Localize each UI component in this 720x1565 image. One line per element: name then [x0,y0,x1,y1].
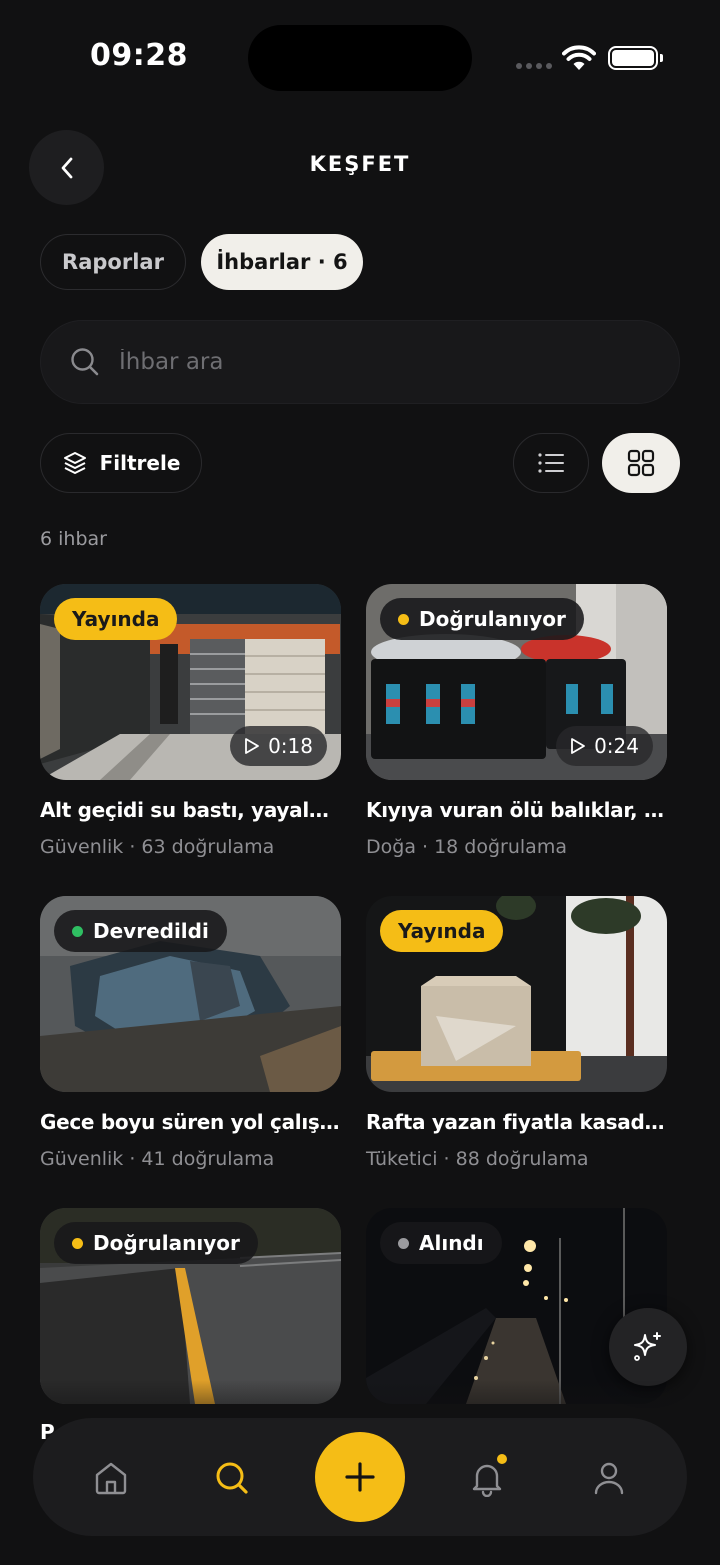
search-icon [71,348,99,376]
nav-home[interactable] [89,1456,133,1500]
page-title: KEŞFET [309,152,411,176]
status-dot [72,925,83,937]
nav-profile[interactable] [587,1456,631,1500]
tab-raporlar[interactable]: Raporlar [40,234,186,290]
status-label: Doğrulanıyor [93,1231,240,1255]
filter-label: Filtrele [99,451,181,475]
list-view-button[interactable] [513,433,589,493]
sparkle-icon [634,1332,661,1361]
nav-search[interactable] [210,1456,254,1500]
grid-icon [627,449,655,477]
video-duration: 0:18 [230,726,327,766]
add-icon [345,1462,375,1492]
report-card[interactable]: Yayında Rafta yazan fiyatla kasada… Tüke… [366,896,667,1170]
status-dot [398,1237,409,1249]
play-icon [245,738,259,754]
search-icon [216,1462,248,1494]
video-duration: 0:24 [556,726,653,766]
notification-badge [495,1452,509,1466]
status-label: Yayında [72,607,160,631]
report-thumbnail: Doğrulanıyor 0:24 [366,584,667,780]
report-thumbnail: Yayında 0:18 [40,584,341,780]
report-meta: Doğa · 18 doğrulama [366,836,567,858]
report-card[interactable]: Yayında 0:18 Alt geçidi su bastı, yayala… [40,584,341,858]
report-card[interactable]: Devredildi Gece boyu süren yol çalışm… G… [40,896,341,1170]
status-badge: Alındı [380,1222,502,1264]
tab-ihbarlar[interactable]: İhbarlar · 6 [201,234,363,290]
status-label: Devredildi [93,919,209,943]
battery-icon [608,46,663,70]
report-thumbnail: Yayında [366,896,667,1092]
status-badge: Yayında [380,910,504,952]
profile-icon [594,1462,624,1495]
status-badge: Doğrulanıyor [54,1222,258,1264]
status-label: Doğrulanıyor [419,607,566,631]
bottom-navigation [33,1418,687,1536]
status-badge: Doğrulanıyor [380,598,584,640]
ai-assistant-button[interactable] [609,1308,687,1386]
play-icon [571,738,585,754]
status-badge: Yayında [54,598,178,640]
report-title: Kıyıya vuran ölü balıklar, ko… [366,798,667,822]
add-report-button[interactable] [315,1432,405,1522]
wifi-icon [562,45,596,70]
status-dot [72,1237,83,1249]
report-title: Rafta yazan fiyatla kasada… [366,1110,667,1134]
layers-icon [63,452,86,474]
cellular-signal-icon [516,63,552,69]
search-bar[interactable] [40,320,680,404]
dynamic-island [248,25,472,91]
status-time: 09:28 [90,38,188,73]
grid-view-button[interactable] [602,433,680,493]
home-icon [95,1462,127,1495]
nav-notifications[interactable] [465,1452,509,1500]
status-dot [398,613,409,625]
search-input[interactable] [119,349,599,375]
status-label: Yayında [398,919,486,943]
duration-label: 0:24 [594,734,639,758]
report-meta: Güvenlik · 41 doğrulama [40,1148,275,1170]
report-thumbnail: Devredildi [40,896,341,1092]
filter-button[interactable]: Filtrele [40,433,202,493]
status-label: Alındı [419,1231,484,1255]
report-meta: Güvenlik · 63 doğrulama [40,836,275,858]
report-thumbnail: Doğrulanıyor [40,1208,341,1404]
status-bar: 09:28 [0,0,720,116]
list-icon [538,453,564,473]
report-card[interactable]: Doğrulanıyor 0:24 Kıyıya vuran ölü balık… [366,584,667,858]
report-title: Alt geçidi su bastı, yayalar… [40,798,341,822]
report-meta: Tüketici · 88 doğrulama [366,1148,589,1170]
report-card[interactable]: Doğrulanıyor [40,1208,341,1404]
duration-label: 0:18 [268,734,313,758]
result-count: 6 ihbar [40,528,107,550]
report-title: Gece boyu süren yol çalışm… [40,1110,341,1134]
status-badge: Devredildi [54,910,227,952]
